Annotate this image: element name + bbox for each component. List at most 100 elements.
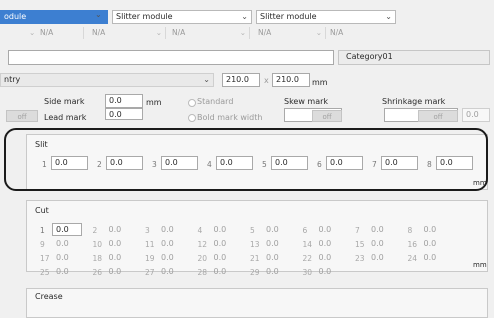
cut-input-18: 0.0 xyxy=(108,253,122,262)
cut-input-1[interactable]: 0.0 xyxy=(52,223,82,236)
cut-index-label: 15 xyxy=(355,240,365,249)
cut-input-8: 0.0 xyxy=(423,225,437,234)
cut-input-4: 0.0 xyxy=(213,225,227,234)
module-dropdown-3-value: Slitter module xyxy=(260,12,317,21)
off-button-1[interactable]: off xyxy=(6,110,38,122)
cut-input-14: 0.0 xyxy=(318,239,332,248)
module-dropdown-1[interactable]: odule xyxy=(0,10,108,24)
category-value: Category01 xyxy=(346,52,393,61)
cut-input-21: 0.0 xyxy=(266,253,279,262)
cut-input-10: 0.0 xyxy=(108,239,122,248)
module-dropdown-1-value: odule xyxy=(4,12,27,21)
cut-input-16: 0.0 xyxy=(423,239,437,248)
sub-dropdown-4-value: N/A xyxy=(258,28,272,37)
cut-input-15: 0.0 xyxy=(371,239,384,248)
module-dropdown-3[interactable]: Slitter module ⌄ xyxy=(256,10,396,24)
cut-index-label: 5 xyxy=(250,226,255,235)
shrinkage-mark-label: Shrinkage mark xyxy=(382,97,446,106)
sub-dropdown-3[interactable]: N/A ⌄ xyxy=(170,27,250,39)
cut-index-label: 20 xyxy=(197,254,208,263)
cut-input-30: 0.0 xyxy=(318,267,332,276)
cut-index-label: 7 xyxy=(355,226,360,235)
size-unit: mm xyxy=(312,78,328,87)
width-value: 210.0 xyxy=(226,75,249,84)
cut-input-12: 0.0 xyxy=(213,239,227,248)
sub-dropdown-5[interactable]: N/A xyxy=(328,27,396,39)
cut-index-label: 28 xyxy=(197,268,208,277)
cut-index-label: 22 xyxy=(302,254,313,263)
cut-index-label: 17 xyxy=(40,254,50,263)
sub-dropdown-2[interactable]: N/A ⌄ xyxy=(90,27,166,39)
lead-mark-input[interactable]: 0.0 xyxy=(105,108,143,120)
cut-input-17: 0.0 xyxy=(56,253,69,262)
height-input[interactable]: 210.0 xyxy=(272,73,310,87)
cut-index-label: 21 xyxy=(250,254,260,263)
cut-index-label: 27 xyxy=(145,268,155,277)
slit-highlight-box xyxy=(4,128,488,191)
cut-input-2: 0.0 xyxy=(108,225,122,234)
chevron-down-icon: ⌄ xyxy=(385,12,392,21)
module-dropdown-2[interactable]: Slitter module ⌄ xyxy=(112,10,252,24)
cut-index-label: 3 xyxy=(145,226,150,235)
chevron-down-icon[interactable]: ⌄ xyxy=(95,10,102,19)
chevron-down-icon: ⌄ xyxy=(29,28,36,37)
side-mark-unit: mm xyxy=(146,98,162,107)
cut-input-11: 0.0 xyxy=(161,239,174,248)
cut-index-label: 18 xyxy=(92,254,103,263)
cut-input-5: 0.0 xyxy=(266,225,279,234)
cut-index-label: 4 xyxy=(197,226,203,235)
cut-index-label: 9 xyxy=(40,240,45,249)
chevron-down-icon: ⌄ xyxy=(315,28,322,37)
cut-input-19: 0.0 xyxy=(161,253,174,262)
cut-index-label: 2 xyxy=(92,226,98,235)
country-dropdown[interactable]: ntry ⌄ xyxy=(0,73,214,87)
cut-input-3: 0.0 xyxy=(161,225,174,234)
cut-index-label: 12 xyxy=(197,240,208,249)
shrinkage-input[interactable]: 0.0 xyxy=(462,108,490,122)
cut-input-28: 0.0 xyxy=(213,267,227,276)
cut-index-label: 10 xyxy=(92,240,103,249)
crease-panel: Crease xyxy=(26,288,488,318)
cut-index-label: 8 xyxy=(407,226,413,235)
cut-input-9: 0.0 xyxy=(56,239,69,248)
sub-dropdown-5-value: N/A xyxy=(330,28,344,37)
cut-input-24: 0.0 xyxy=(423,253,437,262)
cut-index-label: 14 xyxy=(302,240,313,249)
times-label: x xyxy=(264,76,269,85)
chevron-down-icon: ⌄ xyxy=(239,28,246,37)
cut-index-label: 30 xyxy=(302,268,313,277)
standard-radio[interactable] xyxy=(188,99,196,107)
sub-dropdown-4[interactable]: N/A ⌄ xyxy=(256,27,326,39)
cut-input-7: 0.0 xyxy=(371,225,384,234)
off-button-3-label: off xyxy=(433,113,443,121)
sub-dropdown-1[interactable]: ⌄ N/A xyxy=(28,27,84,39)
chevron-down-icon: ⌄ xyxy=(155,28,162,37)
skew-mark-label: Skew mark xyxy=(284,97,329,106)
cut-input-13: 0.0 xyxy=(266,239,279,248)
side-mark-input[interactable]: 0.0 xyxy=(105,94,143,108)
cut-input-22: 0.0 xyxy=(318,253,332,262)
cut-index-label: 29 xyxy=(250,268,260,277)
bold-mark-radio[interactable] xyxy=(188,114,196,122)
sub-dropdown-1-value: N/A xyxy=(40,28,54,37)
off-button-2[interactable]: off xyxy=(312,110,342,122)
cut-index-label: 13 xyxy=(250,240,260,249)
cut-index-label: 1 xyxy=(40,226,45,235)
cut-input-20: 0.0 xyxy=(213,253,227,262)
lead-mark-label: Lead mark xyxy=(44,113,87,122)
shrinkage-value: 0.0 xyxy=(466,110,479,119)
cut-input-6: 0.0 xyxy=(318,225,332,234)
chevron-down-icon: ⌄ xyxy=(203,75,210,84)
crease-title: Crease xyxy=(35,292,63,301)
module-dropdown-2-value: Slitter module xyxy=(116,12,173,21)
lead-mark-value: 0.0 xyxy=(109,110,122,119)
cut-input-23: 0.0 xyxy=(371,253,384,262)
standard-label: Standard xyxy=(197,97,234,106)
country-value: ntry xyxy=(4,75,21,84)
name-input[interactable] xyxy=(8,50,334,65)
category-field[interactable]: Category01 xyxy=(338,50,490,65)
width-input[interactable]: 210.0 xyxy=(222,73,260,87)
cut-title: Cut xyxy=(35,206,49,215)
off-button-3[interactable]: off xyxy=(418,110,458,122)
height-value: 210.0 xyxy=(276,75,299,84)
